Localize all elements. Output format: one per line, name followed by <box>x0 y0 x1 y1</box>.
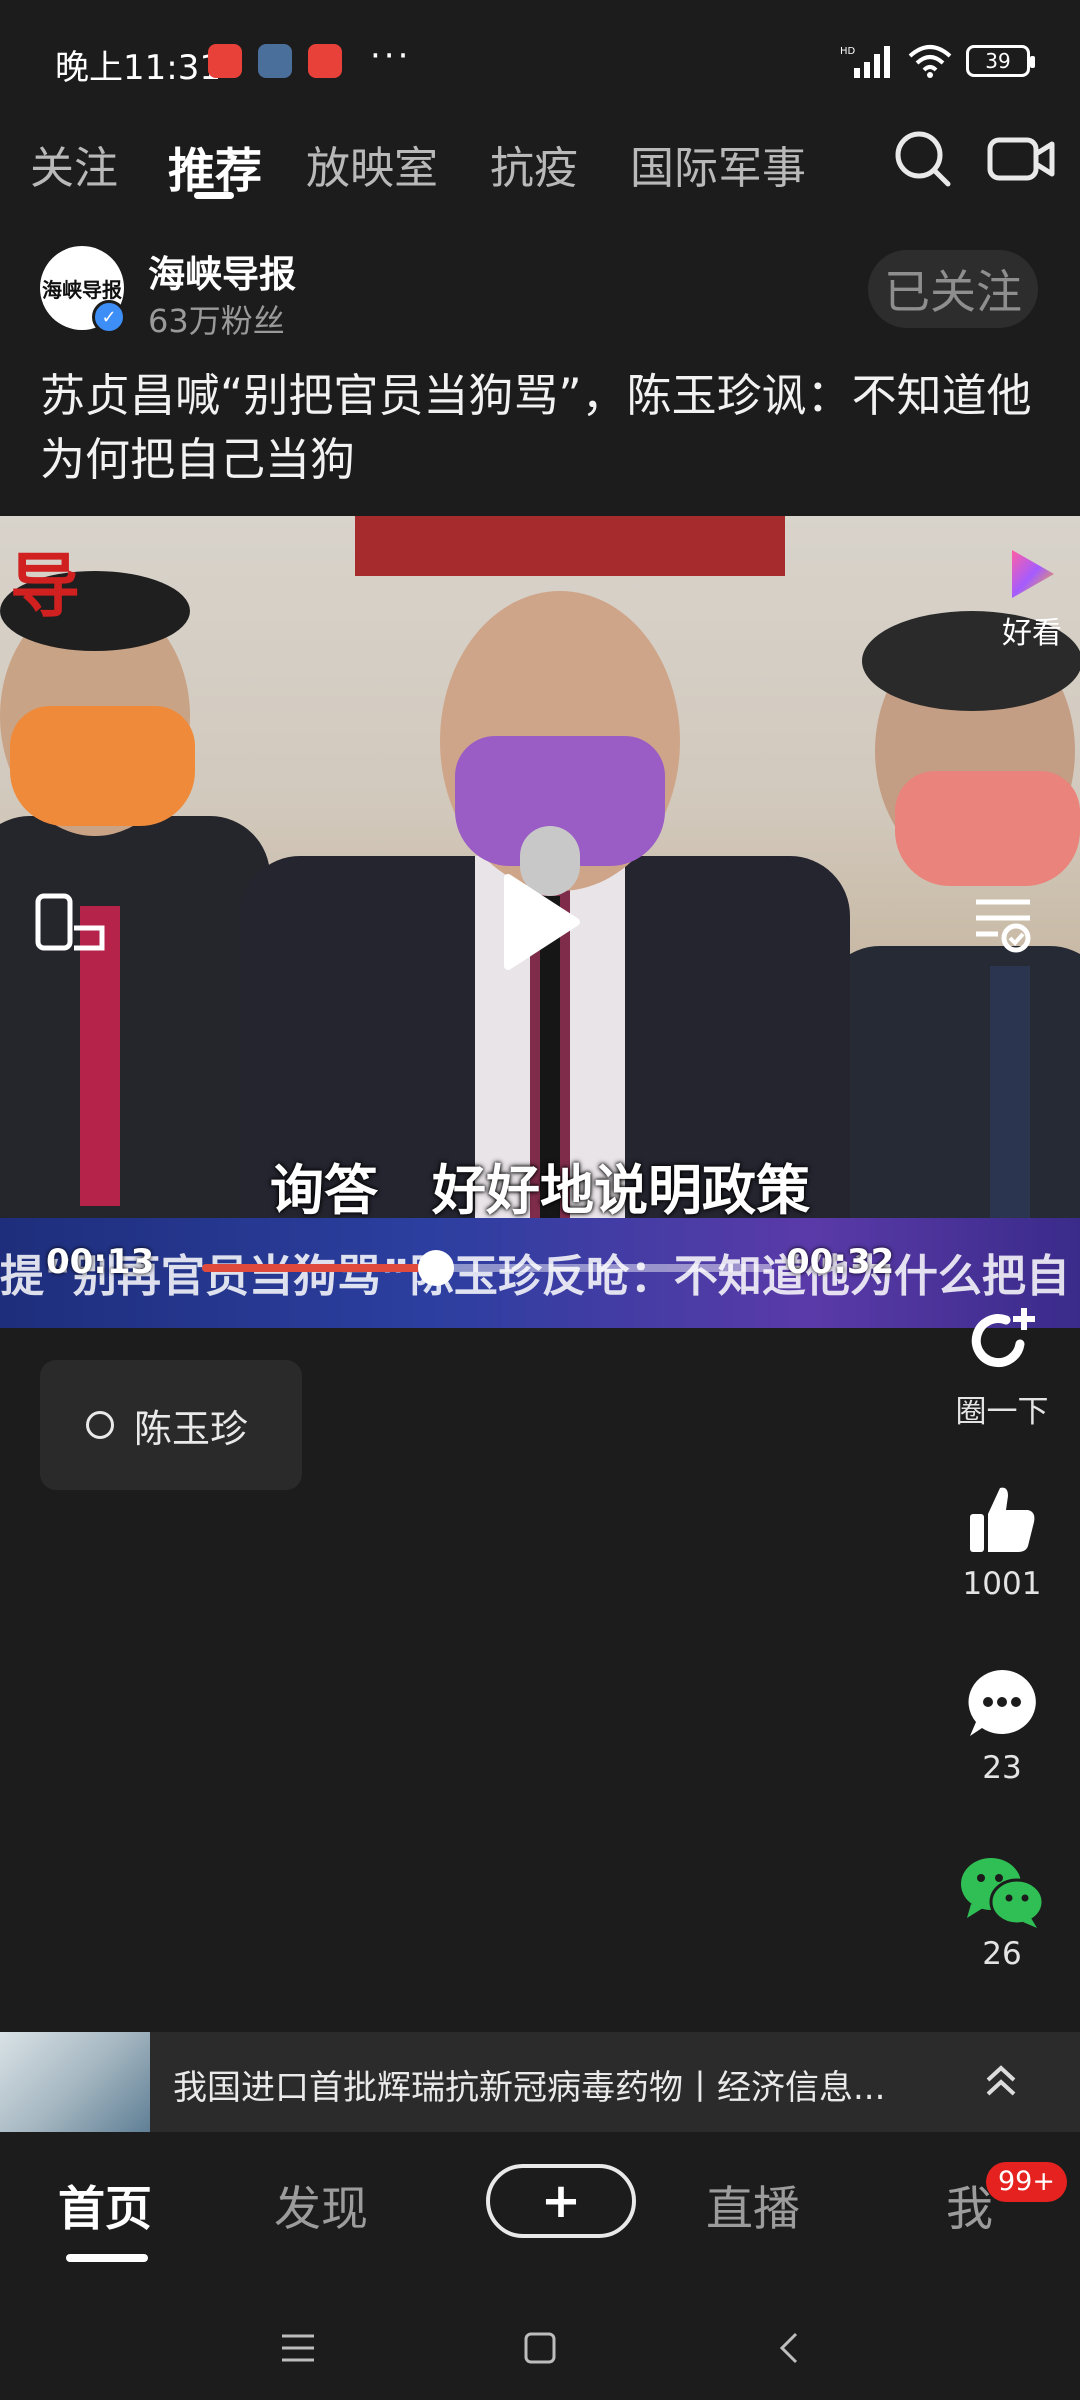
playlist-icon[interactable] <box>972 892 1034 954</box>
bottom-nav: 首页 发现 + 直播 我 99+ <box>0 2132 1080 2294</box>
home-square-icon[interactable] <box>520 2330 560 2366</box>
circle-action[interactable]: 圈一下 <box>940 1300 1064 1431</box>
orange-mask <box>10 706 195 826</box>
battery-indicator: 39 <box>966 45 1035 77</box>
settings-notification-icon <box>258 44 292 78</box>
menu-icon[interactable] <box>278 2330 318 2366</box>
tab-recommend[interactable]: 推荐 <box>168 132 262 201</box>
total-time: 00:32 <box>786 1242 895 1282</box>
author-fans: 63万粉丝 <box>148 302 285 340</box>
ticker-text: 提“别再官员当狗骂”陈玉珍反呛：不知道他为什么把自 <box>0 1251 1070 1302</box>
app-notification-icon <box>308 44 342 78</box>
wechat-icon <box>961 1858 1045 1928</box>
background-banner <box>355 516 785 576</box>
progress-fill <box>202 1264 436 1272</box>
video-player[interactable]: 导 好看 询答 好好地说明政策 提“别再官员当狗骂”陈玉珍反呛：不知道他为什么把… <box>0 516 1080 1328</box>
news-ticker: 提“别再官员当狗骂”陈玉珍反呛：不知道他为什么把自 <box>0 1218 1080 1328</box>
like-count: 1001 <box>962 1566 1042 1602</box>
progress-knob[interactable] <box>417 1250 454 1286</box>
app-notification-icon <box>208 44 242 78</box>
signal-icon: HD <box>840 46 890 78</box>
tab-theater[interactable]: 放映室 <box>306 132 438 196</box>
haokan-logo[interactable]: 好看 <box>1002 546 1062 652</box>
haokan-play-icon <box>1012 550 1054 598</box>
back-icon[interactable] <box>770 2330 810 2366</box>
tab-anti-epidemic[interactable]: 抗疫 <box>490 132 578 196</box>
search-icon[interactable] <box>890 126 956 192</box>
comment-count: 23 <box>982 1750 1022 1786</box>
circle-label: 圈一下 <box>955 1394 1049 1430</box>
video-camera-icon[interactable] <box>986 126 1056 192</box>
thumbs-up-icon <box>970 1487 1035 1552</box>
play-icon[interactable] <box>502 872 582 972</box>
status-right: HD 39 <box>840 44 1035 78</box>
nav-discover[interactable]: 发现 <box>274 2170 368 2239</box>
comment-action[interactable]: 23 <box>940 1664 1064 1786</box>
verified-badge-icon: ✓ <box>92 300 126 334</box>
publish-plus-button[interactable]: + <box>486 2164 636 2238</box>
video-subtitle: 询答 好好地说明政策 <box>270 1159 810 1222</box>
wifi-icon <box>908 45 952 78</box>
share-count: 26 <box>982 1936 1022 1972</box>
tab-international-military[interactable]: 国际军事 <box>630 132 806 196</box>
avatar-text: 海峡导报 <box>42 277 122 302</box>
status-time: 晚上11:31 <box>55 48 221 88</box>
svg-text:HD: HD <box>840 46 856 57</box>
tab-active-indicator <box>194 192 234 199</box>
nav-home[interactable]: 首页 <box>58 2170 152 2239</box>
video-title: 苏贞昌喊“别把官员当狗骂”，陈玉珍讽：不知道他为何把自己当狗 <box>40 369 1032 486</box>
comment-icon <box>968 1670 1036 1736</box>
pink-mask <box>895 771 1080 886</box>
wechat-share-action[interactable]: 26 <box>940 1854 1064 1972</box>
refresh-plus-icon <box>971 1308 1035 1368</box>
nav-active-indicator <box>66 2254 148 2262</box>
topic-label: 陈玉珍 <box>134 1406 249 1451</box>
related-video-bar[interactable]: 我国进口首批辉瑞抗新冠病毒药物丨经济信息... <box>0 2032 1080 2132</box>
channel-watermark: 导 <box>10 544 80 627</box>
haokan-label: 好看 <box>1002 616 1062 651</box>
tab-follow[interactable]: 关注 <box>30 132 118 196</box>
notification-badge: 99+ <box>986 2162 1067 2202</box>
related-thumbnail <box>0 2032 150 2132</box>
related-title: 我国进口首批辉瑞抗新冠病毒药物丨经济信息... <box>173 2068 886 2108</box>
like-action[interactable]: 1001 <box>940 1480 1064 1602</box>
topic-circle-icon <box>86 1411 114 1439</box>
author-name[interactable]: 海峡导报 <box>148 244 296 298</box>
system-nav-bar <box>0 2294 1080 2400</box>
rotate-screen-icon[interactable] <box>34 892 106 952</box>
current-time: 00:13 <box>46 1242 155 1282</box>
follow-button[interactable]: 已关注 <box>868 250 1038 328</box>
topic-tag[interactable]: 陈玉珍 <box>40 1360 302 1490</box>
more-notifications-icon: ··· <box>370 36 412 76</box>
top-tabs: 关注 推荐 放映室 抗疫 国际军事 <box>0 120 1080 210</box>
status-bar: 晚上11:31 ··· HD 39 <box>0 0 1080 125</box>
double-chevron-up-icon[interactable] <box>976 2056 1026 2106</box>
nav-live[interactable]: 直播 <box>706 2170 800 2239</box>
progress-bar[interactable] <box>202 1250 772 1286</box>
